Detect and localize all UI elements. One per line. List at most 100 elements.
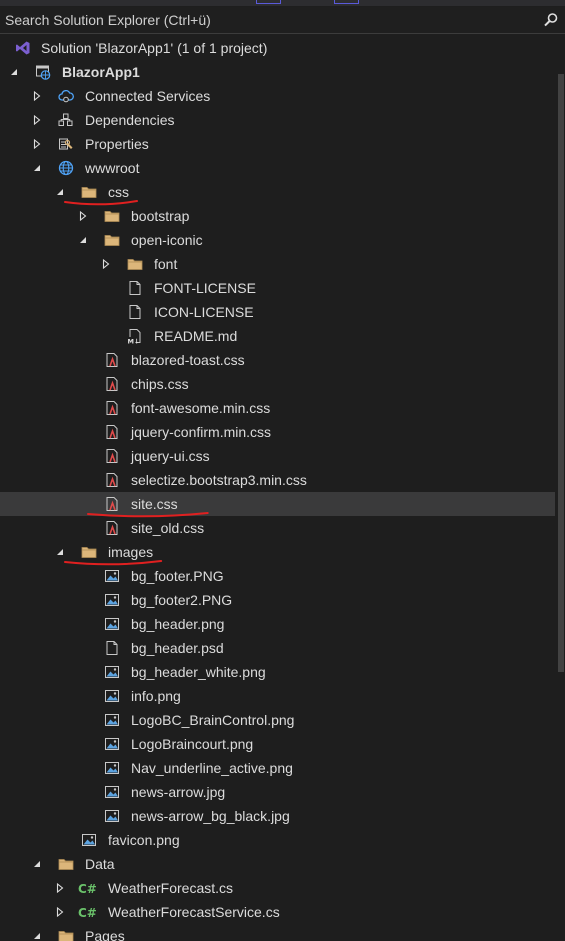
tree-row[interactable]: site_old.css	[0, 516, 555, 540]
folder-icon	[58, 928, 74, 941]
expand-arrow-icon[interactable]	[32, 162, 42, 174]
expand-arrow-icon[interactable]	[78, 234, 88, 246]
expand-arrow-icon[interactable]	[32, 930, 42, 941]
tree-item-label: bg_footer.PNG	[131, 568, 224, 584]
tree-row[interactable]: bootstrap	[0, 204, 555, 228]
toolbar-tab-marker	[334, 0, 359, 4]
expand-arrow-icon[interactable]	[32, 858, 42, 870]
folder-icon	[127, 256, 143, 272]
tree-row[interactable]: C# WeatherForecastService.cs	[0, 900, 555, 924]
expand-arrow-icon[interactable]	[9, 66, 19, 78]
tree-row[interactable]: FONT-LICENSE	[0, 276, 555, 300]
file-icon	[104, 640, 120, 656]
tree-row[interactable]: images	[0, 540, 555, 564]
folder-icon	[104, 232, 120, 248]
csharp-file-icon: C#	[78, 880, 98, 896]
collapse-arrow-icon[interactable]	[55, 882, 65, 894]
folder-icon	[81, 184, 97, 200]
tree-row[interactable]: ICON-LICENSE	[0, 300, 555, 324]
solution-icon	[15, 40, 31, 56]
tree-row[interactable]: Solution 'BlazorApp1' (1 of 1 project)	[0, 36, 555, 60]
tree-row[interactable]: jquery-ui.css	[0, 444, 555, 468]
project-icon	[35, 64, 51, 80]
expand-arrow-icon[interactable]	[55, 186, 65, 198]
tree-item-label: css	[108, 184, 129, 200]
tree-row[interactable]: bg_header.png	[0, 612, 555, 636]
tree-row[interactable]: jquery-confirm.min.css	[0, 420, 555, 444]
tree-row[interactable]: bg_header_white.png	[0, 660, 555, 684]
tree-row[interactable]: C# WeatherForecast.cs	[0, 876, 555, 900]
tree-row[interactable]: bg_footer2.PNG	[0, 588, 555, 612]
tree-row[interactable]: site.css	[0, 492, 555, 516]
image-file-icon	[104, 688, 120, 704]
tree-item-label: Connected Services	[85, 88, 211, 104]
markdown-file-icon: M↓	[127, 328, 143, 346]
solution-tree: Solution 'BlazorApp1' (1 of 1 project) Bl…	[0, 36, 555, 941]
tree-item-label: news-arrow.jpg	[131, 784, 226, 800]
file-icon	[127, 280, 143, 296]
tree-row[interactable]: open-iconic	[0, 228, 555, 252]
collapse-arrow-icon[interactable]	[32, 138, 42, 150]
tree-row[interactable]: favicon.png	[0, 828, 555, 852]
tree-row[interactable]: wwwroot	[0, 156, 555, 180]
tree-row[interactable]: Nav_underline_active.png	[0, 756, 555, 780]
tree-row[interactable]: Dependencies	[0, 108, 555, 132]
tree-item-label: Dependencies	[85, 112, 175, 128]
search-input[interactable]	[0, 7, 530, 33]
collapse-arrow-icon[interactable]	[78, 210, 88, 222]
tree-row[interactable]: chips.css	[0, 372, 555, 396]
vertical-scrollbar[interactable]	[555, 36, 565, 941]
tree-row[interactable]: bg_footer.PNG	[0, 564, 555, 588]
tree-row[interactable]: selectize.bootstrap3.min.css	[0, 468, 555, 492]
tree-row[interactable]: css	[0, 180, 555, 204]
tree-item-label: ICON-LICENSE	[154, 304, 254, 320]
tree-item-label: selectize.bootstrap3.min.css	[131, 472, 307, 488]
tree-row[interactable]: blazored-toast.css	[0, 348, 555, 372]
tree-item-label: wwwroot	[85, 160, 140, 176]
tree-row[interactable]: news-arrow_bg_black.jpg	[0, 804, 555, 828]
tree-row[interactable]: Data	[0, 852, 555, 876]
tree-row[interactable]: font	[0, 252, 555, 276]
svg-text:M↓: M↓	[128, 338, 140, 345]
toolbar-tab-marker	[256, 0, 281, 4]
folder-icon	[58, 856, 74, 872]
tree-row[interactable]: Connected Services	[0, 84, 555, 108]
image-file-icon	[104, 808, 120, 824]
tree-row[interactable]: Pages	[0, 924, 555, 941]
tree-row[interactable]: LogoBC_BrainControl.png	[0, 708, 555, 732]
tree-row[interactable]: font-awesome.min.css	[0, 396, 555, 420]
expand-arrow-icon[interactable]	[55, 546, 65, 558]
tree-row[interactable]: Properties	[0, 132, 555, 156]
folder-icon	[104, 208, 120, 224]
css-file-icon	[104, 496, 120, 512]
search-bar	[0, 7, 565, 34]
tree-item-label: Nav_underline_active.png	[131, 760, 293, 776]
image-file-icon	[104, 712, 120, 728]
csharp-file-icon: C#	[78, 904, 98, 920]
collapse-arrow-icon[interactable]	[32, 90, 42, 102]
tree-row[interactable]: bg_header.psd	[0, 636, 555, 660]
top-toolbar-strip	[0, 0, 565, 6]
collapse-arrow-icon[interactable]	[101, 258, 111, 270]
tree-item-label: images	[108, 544, 154, 560]
tree-item-label: Data	[85, 856, 115, 872]
tree-row[interactable]: M↓ README.md	[0, 324, 555, 348]
tree-row[interactable]: info.png	[0, 684, 555, 708]
tree-row[interactable]: LogoBraincourt.png	[0, 732, 555, 756]
tree-item-label: FONT-LICENSE	[154, 280, 256, 296]
collapse-arrow-icon[interactable]	[55, 906, 65, 918]
connected-services-icon	[58, 88, 74, 104]
tree-row[interactable]: BlazorApp1	[0, 60, 555, 84]
scrollbar-thumb[interactable]	[558, 74, 564, 672]
collapse-arrow-icon[interactable]	[32, 114, 42, 126]
image-file-icon	[104, 568, 120, 584]
tree-item-label: news-arrow_bg_black.jpg	[131, 808, 290, 824]
tree-item-label: bg_footer2.PNG	[131, 592, 233, 608]
tree-item-label: WeatherForecast.cs	[108, 880, 234, 896]
tree-row[interactable]: news-arrow.jpg	[0, 780, 555, 804]
tree-item-label: jquery-ui.css	[131, 448, 210, 464]
css-file-icon	[104, 352, 120, 368]
search-icon[interactable]	[537, 7, 565, 33]
svg-text:C#: C#	[78, 906, 97, 920]
tree-item-label: favicon.png	[108, 832, 180, 848]
